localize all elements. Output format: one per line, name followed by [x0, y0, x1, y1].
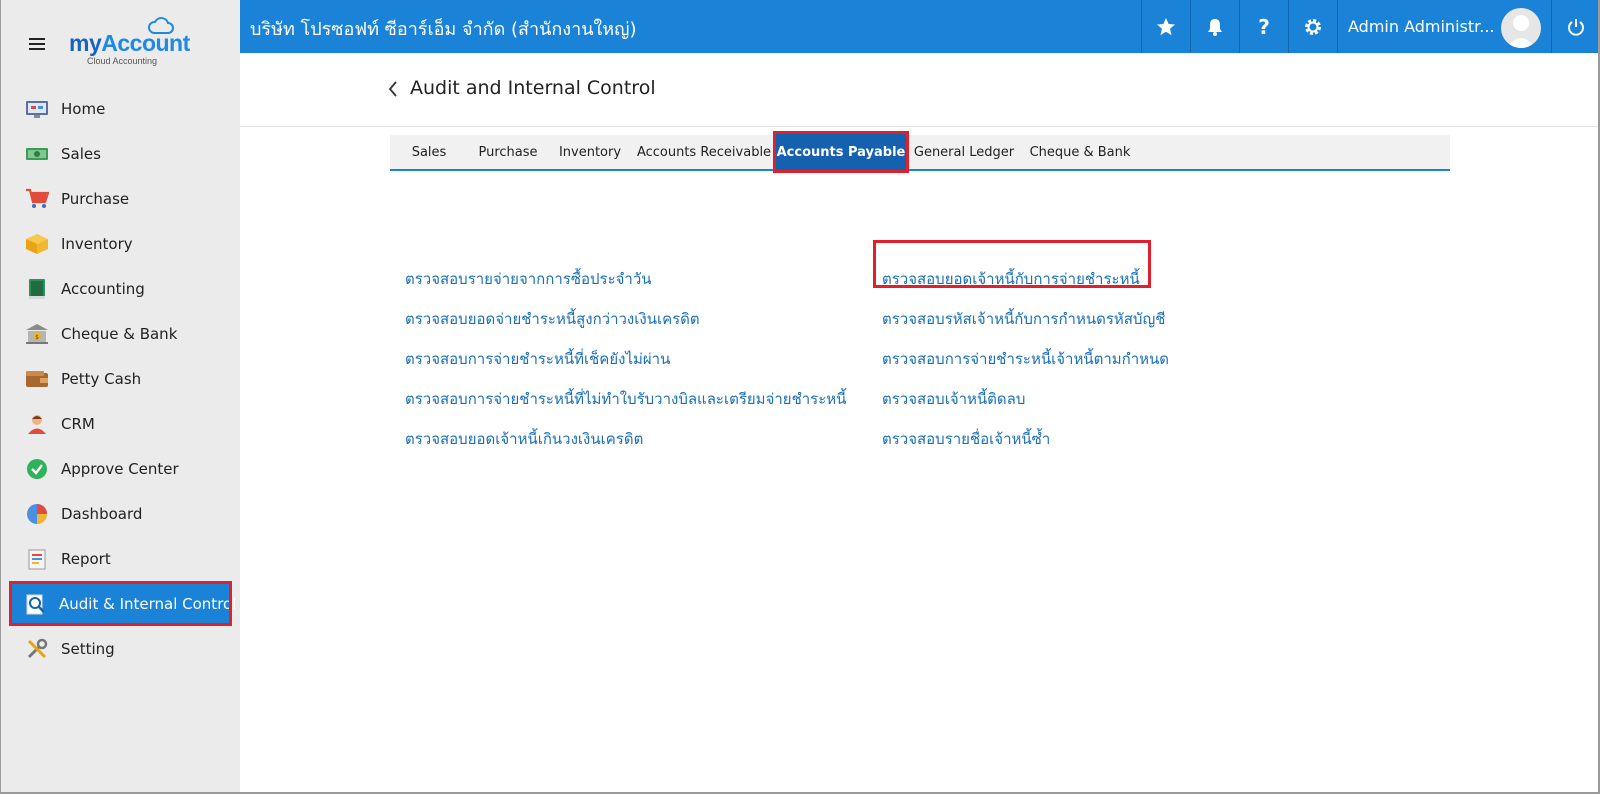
sidebar-item-approve-center[interactable]: Approve Center: [1, 446, 240, 491]
bank-icon: $: [25, 322, 49, 346]
sidebar-item-dashboard[interactable]: Dashboard: [1, 491, 240, 536]
gear-icon: [1305, 18, 1321, 35]
hamburger-menu-icon[interactable]: [29, 38, 45, 50]
help-button[interactable]: ?: [1239, 0, 1288, 53]
box-icon: [25, 232, 49, 256]
company-name[interactable]: บริษัท โปรซอฟท์ ซีอาร์เอ็ม จำกัด (สำนักง…: [250, 14, 637, 43]
tab-purchase[interactable]: Purchase: [468, 135, 548, 169]
audit-link[interactable]: ตรวจสอบยอดเจ้าหนี้เกินวงเงินเครดิต: [405, 427, 643, 451]
sidebar-item-label: Home: [61, 99, 106, 118]
audit-link[interactable]: ตรวจสอบยอดจ่ายชำระหนี้สูงกว่าวงเงินเครดิ…: [405, 307, 700, 331]
book-icon: [25, 277, 49, 301]
sidebar-item-label: Petty Cash: [61, 369, 142, 388]
audit-link[interactable]: ตรวจสอบการจ่ายชำระหนี้ที่ไม่ทำใบรับวางบิ…: [405, 387, 846, 411]
top-bar: บริษัท โปรซอฟท์ ซีอาร์เอ็ม จำกัด (สำนักง…: [240, 0, 1600, 53]
sidebar-item-sales[interactable]: Sales: [1, 131, 240, 176]
sidebar-item-petty-cash[interactable]: Petty Cash: [1, 356, 240, 401]
tab-sales[interactable]: Sales: [390, 135, 468, 169]
check-circle-icon: [25, 457, 49, 481]
sidebar: myAccount Cloud Accounting Home Sales Pu…: [0, 0, 240, 794]
tab-accounts-receivable[interactable]: Accounts Receivable: [632, 135, 776, 169]
audit-icon: [25, 592, 47, 616]
sidebar-item-setting[interactable]: Setting: [1, 626, 240, 671]
star-icon: [1157, 17, 1175, 35]
highlight-box: [873, 240, 1151, 288]
svg-text:$: $: [35, 334, 39, 341]
sales-icon: [25, 142, 49, 166]
sidebar-item-label: Dashboard: [61, 504, 143, 523]
audit-link-highlighted[interactable]: ตรวจสอบรหัสเจ้าหนี้กับการกำหนดรหัสบัญชี: [882, 307, 1165, 331]
page-title: Audit and Internal Control: [410, 77, 656, 99]
sidebar-header: myAccount Cloud Accounting: [1, 0, 240, 86]
notifications-button[interactable]: [1190, 0, 1239, 53]
sidebar-item-report[interactable]: Report: [1, 536, 240, 581]
user-avatar-icon: [1507, 15, 1535, 48]
module-tabs: Sales Purchase Inventory Accounts Receiv…: [390, 131, 1450, 173]
person-icon: [25, 412, 49, 436]
sidebar-item-label: Accounting: [61, 279, 145, 298]
report-icon: [25, 547, 49, 571]
tab-accounts-payable[interactable]: Accounts Payable: [773, 131, 909, 173]
bell-icon: [1208, 18, 1222, 36]
sidebar-item-label: Setting: [61, 639, 115, 658]
sidebar-item-label: Purchase: [61, 189, 130, 208]
sidebar-item-label: Approve Center: [61, 459, 179, 478]
sidebar-item-purchase[interactable]: Purchase: [1, 176, 240, 221]
sidebar-item-label: Report: [61, 549, 111, 568]
wallet-icon: [25, 367, 49, 391]
avatar[interactable]: [1501, 8, 1541, 48]
tools-icon: [25, 637, 49, 661]
audit-link[interactable]: ตรวจสอบเจ้าหนี้ติดลบ: [882, 387, 1025, 411]
sidebar-item-label: Audit & Internal Control: [59, 594, 237, 613]
logo-wordmark: myAccount: [69, 30, 190, 56]
tab-inventory[interactable]: Inventory: [548, 135, 632, 169]
logout-button[interactable]: [1551, 0, 1600, 53]
sidebar-item-home[interactable]: Home: [1, 86, 240, 131]
power-icon: [1568, 18, 1584, 36]
sidebar-item-label: Sales: [61, 144, 101, 163]
main-content: Audit and Internal Control Sales Purchas…: [240, 53, 1600, 794]
back-chevron-icon[interactable]: [386, 79, 400, 99]
pie-chart-icon: [25, 502, 49, 526]
sidebar-item-accounting[interactable]: Accounting: [1, 266, 240, 311]
question-icon: ?: [1258, 14, 1270, 39]
audit-link[interactable]: ตรวจสอบการจ่ายชำระหนี้เจ้าหนี้ตามกำหนด: [882, 347, 1169, 371]
cart-icon: [25, 187, 49, 211]
sidebar-item-inventory[interactable]: Inventory: [1, 221, 240, 266]
sidebar-item-label: Cheque & Bank: [61, 324, 178, 343]
logo-subtitle: Cloud Accounting: [87, 56, 158, 66]
favorites-button[interactable]: [1141, 0, 1190, 53]
audit-link[interactable]: ตรวจสอบการจ่ายชำระหนี้ที่เช็คยังไม่ผ่าน: [405, 347, 670, 371]
tab-cheque-bank[interactable]: Cheque & Bank: [1022, 135, 1138, 169]
app-logo[interactable]: myAccount Cloud Accounting: [69, 14, 190, 68]
page-header: Audit and Internal Control: [240, 53, 1600, 127]
sidebar-item-label: CRM: [61, 414, 95, 433]
sidebar-item-audit-internal-control[interactable]: Audit & Internal Control: [9, 581, 236, 626]
sidebar-item-cheque-bank[interactable]: $ Cheque & Bank: [1, 311, 240, 356]
sidebar-item-label: Inventory: [61, 234, 133, 253]
sidebar-item-crm[interactable]: CRM: [1, 401, 240, 446]
settings-button[interactable]: [1288, 0, 1337, 53]
tab-general-ledger[interactable]: General Ledger: [906, 135, 1022, 169]
sidebar-nav: Home Sales Purchase Inventory Accounting…: [1, 86, 240, 671]
user-name: Admin Administr...: [1348, 17, 1495, 36]
audit-link[interactable]: ตรวจสอบรายชื่อเจ้าหนี้ซ้ำ: [882, 427, 1050, 451]
home-icon: [25, 97, 49, 121]
audit-link[interactable]: ตรวจสอบรายจ่ายจากการซื้อประจำวัน: [405, 267, 652, 291]
